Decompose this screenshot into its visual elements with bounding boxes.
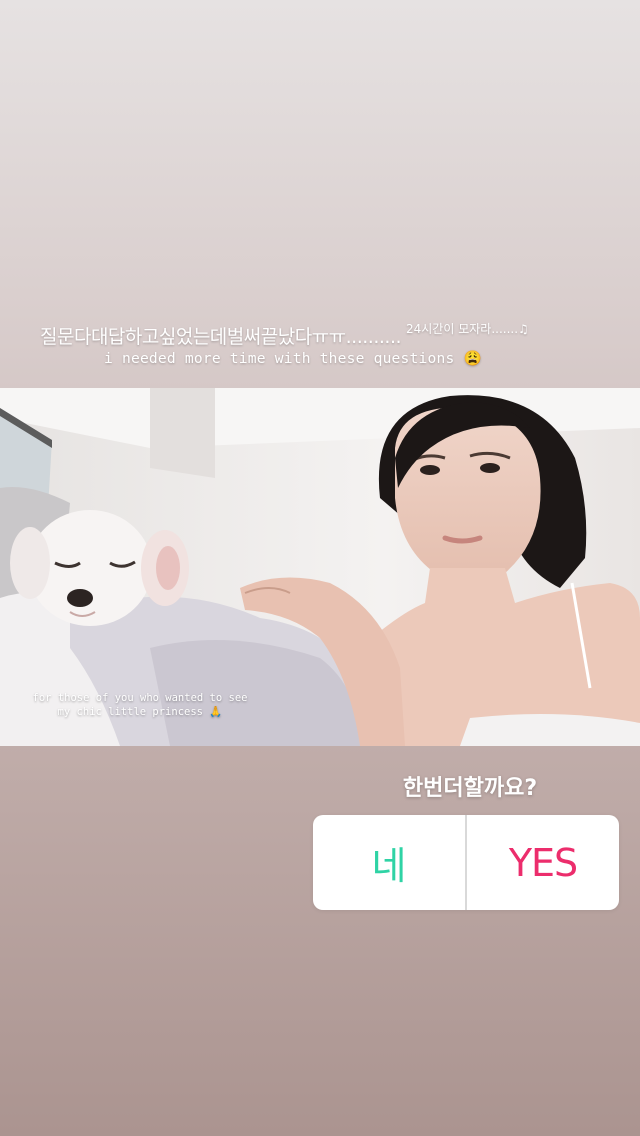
story-frame: 질문다대답하고싶었는데벌써끝났다ㅠㅠ.......... 24시간이 모자라..… bbox=[0, 0, 640, 1136]
poll-sticker: 네 YES bbox=[313, 815, 619, 910]
poll-option-yes-korean[interactable]: 네 bbox=[313, 815, 465, 910]
english-caption: i needed more time with these questions … bbox=[104, 350, 482, 367]
korean-caption: 질문다대답하고싶었는데벌써끝났다ㅠㅠ.......... bbox=[40, 326, 402, 348]
story-photo: for those of you who wanted to see my ch… bbox=[0, 388, 640, 746]
poll-question: 한번더할까요? bbox=[402, 776, 538, 801]
poll-option-yes-english[interactable]: YES bbox=[467, 815, 619, 910]
small-caption: 24시간이 모자라.......♫ bbox=[406, 322, 529, 336]
photo-caption: for those of you who wanted to see my ch… bbox=[32, 692, 248, 718]
